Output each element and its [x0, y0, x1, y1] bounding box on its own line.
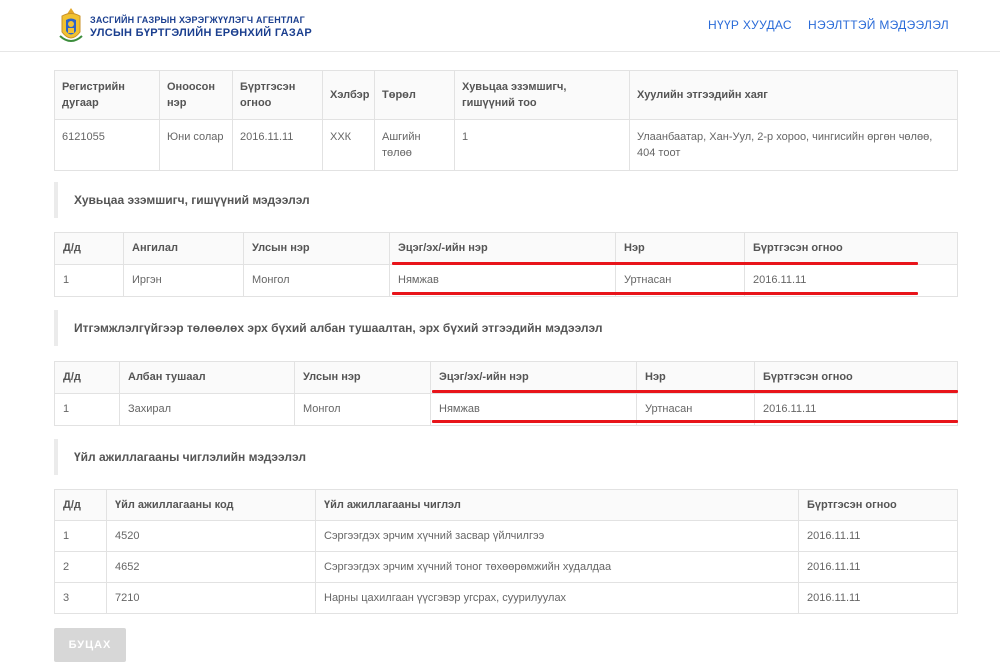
- representatives-table: Д/д Албан тушаал Улсын нэр Эцэг/эх/-ийн …: [54, 361, 958, 426]
- highlight-underline: [432, 390, 958, 393]
- col-position: Албан тушаал: [119, 361, 295, 394]
- col-name: Нэр: [615, 232, 745, 265]
- cell-activity-code: 4652: [106, 551, 316, 583]
- representatives-section-title: Итгэмжлэлгүйгээр төлөөлөх эрх бүхий алба…: [54, 310, 602, 346]
- cell-activity-description: Сэргээгдэх эрчим хүчний тоног төхөөрөмжи…: [315, 551, 799, 583]
- company-header-row: Регистрийн дугаар Оноосон нэр Бүртгэсэн …: [54, 70, 958, 120]
- cell-activity-code: 7210: [106, 582, 316, 614]
- shareholders-header-row: Д/д Ангилал Улсын нэр Эцэг/эх/-ийн нэр Н…: [54, 232, 958, 265]
- cell-country: Монгол: [294, 393, 431, 426]
- cell-address: Улаанбаатар, Хан-Уул, 2-р хороо, чингиси…: [629, 119, 958, 171]
- cell-activity-description: Сэргээгдэх эрчим хүчний засвар үйлчилгээ: [315, 520, 799, 552]
- col-index: Д/д: [54, 232, 124, 265]
- col-registered-date: Бүртгэсэн огноо: [754, 361, 958, 394]
- col-registered-date: Бүртгэсэн огноо: [232, 70, 323, 120]
- highlight-underline: [392, 262, 918, 265]
- cell-index: 1: [54, 393, 120, 426]
- col-type: Төрөл: [374, 70, 455, 120]
- cell-form: ХХК: [322, 119, 375, 171]
- cell-activity-description: Нарны цахилгаан үүсгэвэр угсрах, суурилу…: [315, 582, 799, 614]
- col-registered-date: Бүртгэсэн огноо: [798, 489, 958, 521]
- cell-country: Монгол: [243, 264, 390, 297]
- col-registered-date: Бүртгэсэн огноо: [744, 232, 958, 265]
- col-index: Д/д: [54, 489, 107, 521]
- table-row: 6121055 Юни солар 2016.11.11 ХХК Ашгийн …: [54, 119, 958, 171]
- back-button[interactable]: БУЦАХ: [54, 628, 126, 662]
- cell-index: 1: [54, 520, 107, 552]
- cell-registered-date: 2016.11.11: [232, 119, 323, 171]
- col-shareholder-count: Хувьцаа эзэмшигч, гишүүний тоо: [454, 70, 630, 120]
- company-table: Регистрийн дугаар Оноосон нэр Бүртгэсэн …: [54, 70, 958, 171]
- shareholders-section-title: Хувьцаа эзэмшигч, гишүүний мэдээлэл: [54, 182, 310, 218]
- activities-section-title: Үйл ажиллагааны чиглэлийн мэдээлэл: [54, 439, 306, 475]
- cell-position: Захирал: [119, 393, 295, 426]
- col-index: Д/д: [54, 361, 120, 394]
- col-address: Хуулийн этгээдийн хаяг: [629, 70, 958, 120]
- col-parent-name: Эцэг/эх/-ийн нэр: [389, 232, 616, 265]
- col-country: Улсын нэр: [294, 361, 431, 394]
- agency-name: ЗАСГИЙН ГАЗРЫН ХЭРЭГЖҮҮЛЭГЧ АГЕНТЛАГ УЛС…: [90, 14, 312, 40]
- cell-registered-date: 2016.11.11: [798, 520, 958, 552]
- nav-home-link[interactable]: НҮҮР ХУУДАС: [708, 18, 792, 32]
- agency-line1: ЗАСГИЙН ГАЗРЫН ХЭРЭГЖҮҮЛЭГЧ АГЕНТЛАГ: [90, 15, 305, 25]
- col-company-name: Оноосон нэр: [159, 70, 233, 120]
- cell-shareholder-count: 1: [454, 119, 630, 171]
- col-register-number: Регистрийн дугаар: [54, 70, 160, 120]
- cell-activity-code: 4520: [106, 520, 316, 552]
- col-activity-code: Үйл ажиллагааны код: [106, 489, 316, 521]
- highlight-underline: [392, 292, 918, 295]
- cell-index: 2: [54, 551, 107, 583]
- activities-table: Д/д Үйл ажиллагааны код Үйл ажиллагааны …: [54, 489, 958, 614]
- cell-type: Ашгийн төлөө: [374, 119, 455, 171]
- highlight-underline: [432, 420, 958, 423]
- col-form: Хэлбэр: [322, 70, 375, 120]
- cell-registered-date: 2016.11.11: [798, 551, 958, 583]
- cell-index: 3: [54, 582, 107, 614]
- col-parent-name: Эцэг/эх/-ийн нэр: [430, 361, 637, 394]
- cell-register-number: 6121055: [54, 119, 160, 171]
- representatives-header-row: Д/д Албан тушаал Улсын нэр Эцэг/эх/-ийн …: [54, 361, 958, 394]
- nav-open-info-link[interactable]: НЭЭЛТТЭЙ МЭДЭЭЛЭЛ: [808, 18, 949, 32]
- cell-registered-date: 2016.11.11: [798, 582, 958, 614]
- table-row: 2 4652 Сэргээгдэх эрчим хүчний тоног төх…: [54, 551, 958, 583]
- table-row: 1 4520 Сэргээгдэх эрчим хүчний засвар үй…: [54, 520, 958, 552]
- agency-line2: УЛСЫН БҮРТГЭЛИЙН ЕРӨНХИЙ ГАЗАР: [90, 27, 313, 39]
- col-country: Улсын нэр: [243, 232, 390, 265]
- cell-company-name: Юни солар: [159, 119, 233, 171]
- col-category: Ангилал: [123, 232, 244, 265]
- col-name: Нэр: [636, 361, 755, 394]
- table-row: 3 7210 Нарны цахилгаан үүсгэвэр угсрах, …: [54, 582, 958, 614]
- cell-category: Иргэн: [123, 264, 244, 297]
- top-bar: ЗАСГИЙН ГАЗРЫН ХЭРЭГЖҮҮЛЭГЧ АГЕНТЛАГ УЛС…: [0, 0, 1000, 52]
- cell-index: 1: [54, 264, 124, 297]
- activities-header-row: Д/д Үйл ажиллагааны код Үйл ажиллагааны …: [54, 489, 958, 521]
- agency-logo-icon[interactable]: [56, 6, 86, 46]
- col-activity-description: Үйл ажиллагааны чиглэл: [315, 489, 799, 521]
